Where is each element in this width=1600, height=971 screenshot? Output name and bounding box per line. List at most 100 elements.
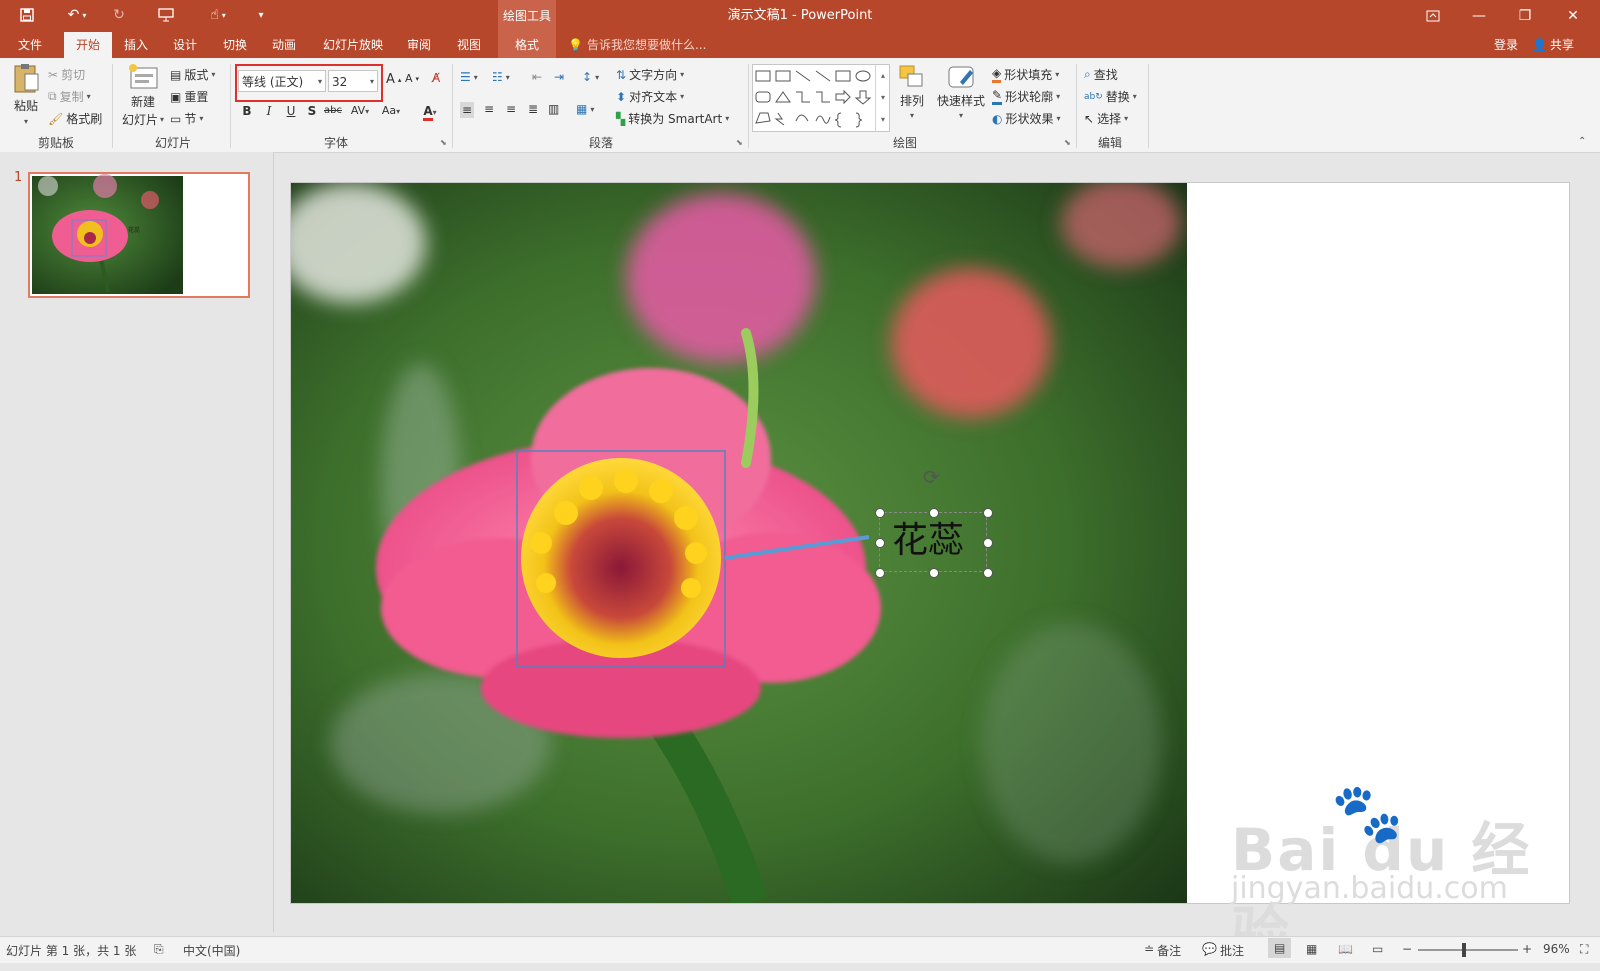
columns-icon[interactable]: ▦ ▾ <box>576 102 594 116</box>
font-name-dropdown[interactable]: 等线 (正文) ▾ <box>238 70 326 92</box>
change-case-button[interactable]: Aa▾ <box>378 102 404 120</box>
resize-handle[interactable] <box>983 538 993 548</box>
present-icon[interactable] <box>155 4 177 26</box>
select-button[interactable]: ↖ 选择 ▾ <box>1084 110 1128 127</box>
collapse-ribbon-icon[interactable]: ⌃ <box>1578 136 1586 147</box>
tab-view[interactable]: 视图 <box>446 32 492 58</box>
font-color-button[interactable]: A▾ <box>416 102 444 121</box>
copy-button[interactable]: ⧉ 复制 ▾ <box>48 88 91 105</box>
reset-button[interactable]: ▣ 重置 <box>170 88 208 105</box>
minimize-icon[interactable]: — <box>1456 0 1502 32</box>
replace-button[interactable]: ab↻ 替换 ▾ <box>1084 88 1137 105</box>
resize-handle[interactable] <box>875 508 885 518</box>
distributed-icon[interactable]: ▥ <box>548 102 559 116</box>
shrink-font-icon[interactable]: A ▾ <box>405 72 419 85</box>
grow-font-icon[interactable]: A ▴ <box>386 72 401 87</box>
restore-icon[interactable]: ❐ <box>1502 0 1548 32</box>
paragraph-dialog-launcher-icon[interactable]: ⬊ <box>736 138 743 147</box>
font-size-dropdown[interactable]: 32 ▾ <box>328 70 378 92</box>
comments-button[interactable]: 💬 批注 <box>1202 942 1244 959</box>
font-dialog-launcher-icon[interactable]: ⬊ <box>440 138 447 147</box>
language-indicator[interactable]: 中文(中国) <box>183 942 240 959</box>
align-right-icon[interactable]: ≡ <box>506 102 516 116</box>
fit-to-window-icon[interactable]: ⛶ <box>1580 942 1588 957</box>
slide-thumbnail[interactable]: 花蕊 <box>28 172 250 298</box>
slide-sorter-icon[interactable]: ▦ <box>1306 942 1317 956</box>
callout-textbox[interactable]: 花蕊 <box>879 512 987 572</box>
tell-me-box[interactable]: 💡 告诉我您想要做什么... <box>568 32 706 58</box>
tab-slideshow[interactable]: 幻灯片放映 <box>314 32 392 58</box>
lightbulb-icon: 💡 <box>568 38 583 52</box>
align-left-icon[interactable]: ≡ <box>460 102 475 118</box>
new-slide-button[interactable]: 新建 幻灯片 ▾ <box>118 62 168 128</box>
undo-icon[interactable]: ↶ ▾ <box>60 4 94 26</box>
clear-format-icon[interactable]: A̸ <box>432 71 440 85</box>
shape-fill-button[interactable]: ◈ 形状填充 ▾ <box>992 66 1059 83</box>
text-direction-button[interactable]: ⇅ 文字方向 ▾ <box>616 66 684 83</box>
resize-handle[interactable] <box>929 568 939 578</box>
decrease-indent-icon[interactable]: ⇤ <box>532 70 542 84</box>
drawing-dialog-launcher-icon[interactable]: ⬊ <box>1064 138 1071 147</box>
tab-file[interactable]: 文件 <box>6 32 54 58</box>
close-icon[interactable]: ✕ <box>1550 0 1596 32</box>
tab-transitions[interactable]: 切换 <box>212 32 258 58</box>
ribbon-display-icon[interactable] <box>1410 0 1456 32</box>
slideshow-icon[interactable]: ▭ <box>1372 942 1383 956</box>
italic-button[interactable]: I <box>260 102 278 120</box>
line-spacing-icon[interactable]: ↕ ▾ <box>582 70 599 84</box>
reading-view-icon[interactable]: 📖 <box>1338 942 1353 956</box>
resize-handle[interactable] <box>875 568 885 578</box>
bold-button[interactable]: B <box>238 102 256 120</box>
tab-design[interactable]: 设计 <box>162 32 208 58</box>
justify-icon[interactable]: ≣ <box>528 102 538 116</box>
paste-button[interactable]: 粘贴 ▾ <box>8 62 44 126</box>
touch-mode-icon[interactable]: ☝ ▾ <box>200 4 236 26</box>
bullets-icon[interactable]: ☰ ▾ <box>460 70 478 84</box>
zoom-slider[interactable] <box>1418 943 1518 957</box>
numbering-icon[interactable]: ☷ ▾ <box>492 70 510 84</box>
section-button[interactable]: ▭ 节 ▾ <box>170 110 203 127</box>
normal-view-icon[interactable]: ▤ <box>1268 938 1292 958</box>
save-icon[interactable] <box>16 4 38 26</box>
share-button[interactable]: 👤 共享 <box>1532 32 1574 58</box>
tab-review[interactable]: 审阅 <box>396 32 442 58</box>
rotate-handle-icon[interactable]: ⟳ <box>923 465 940 489</box>
resize-handle[interactable] <box>983 568 993 578</box>
shapes-gallery[interactable]: ▴ ▾ ▾ <box>752 64 890 132</box>
strikethrough-button[interactable]: abc <box>322 102 344 120</box>
tab-animations[interactable]: 动画 <box>260 32 308 58</box>
shape-effects-button[interactable]: ◐ 形状效果 ▾ <box>992 110 1061 127</box>
shadow-button[interactable]: S <box>303 102 321 120</box>
increase-indent-icon[interactable]: ⇥ <box>554 70 564 84</box>
signin-link[interactable]: 登录 <box>1494 32 1518 58</box>
smartart-button[interactable]: ▚ 转换为 SmartArt ▾ <box>616 110 729 127</box>
layout-button[interactable]: ▤ 版式 ▾ <box>170 66 215 83</box>
arrange-button[interactable]: 排列 ▾ <box>894 64 930 120</box>
zoom-level[interactable]: 96% <box>1543 942 1570 956</box>
zoom-out-icon[interactable]: − <box>1402 942 1412 956</box>
align-text-button[interactable]: ⬍ 对齐文本 ▾ <box>616 88 684 105</box>
zoom-slider-thumb[interactable] <box>1462 943 1466 957</box>
shape-outline-button[interactable]: ✎ 形状轮廓 ▾ <box>992 88 1060 105</box>
slide-canvas[interactable]: 花蕊 ⟳ Bai du 经验 jingyan.baidu.com 🐾 <box>290 182 1570 968</box>
quick-styles-button[interactable]: 快速样式 ▾ <box>934 64 988 120</box>
tab-format[interactable]: 格式 <box>498 32 556 58</box>
zoom-in-icon[interactable]: + <box>1522 942 1532 956</box>
format-painter-button[interactable]: 🖌 格式刷 <box>48 110 102 127</box>
redo-icon[interactable]: ↻ <box>108 4 130 26</box>
gallery-scroll[interactable]: ▴ ▾ ▾ <box>875 65 890 131</box>
spellcheck-icon[interactable]: ⎘ <box>154 942 164 957</box>
tab-home[interactable]: 开始 <box>64 32 112 58</box>
tell-me-text: 告诉我您想要做什么... <box>586 38 707 52</box>
cut-button[interactable]: ✂ 剪切 <box>48 66 85 83</box>
align-center-icon[interactable]: ≡ <box>484 102 494 116</box>
find-button[interactable]: ⌕ 查找 <box>1084 66 1118 83</box>
resize-handle[interactable] <box>929 508 939 518</box>
tab-insert[interactable]: 插入 <box>114 32 158 58</box>
underline-button[interactable]: U <box>282 102 300 120</box>
notes-button[interactable]: ≐ 备注 <box>1144 942 1181 959</box>
resize-handle[interactable] <box>875 538 885 548</box>
resize-handle[interactable] <box>983 508 993 518</box>
char-spacing-button[interactable]: AV▾ <box>347 102 373 120</box>
customize-qat-icon[interactable]: ▾ <box>250 4 272 26</box>
